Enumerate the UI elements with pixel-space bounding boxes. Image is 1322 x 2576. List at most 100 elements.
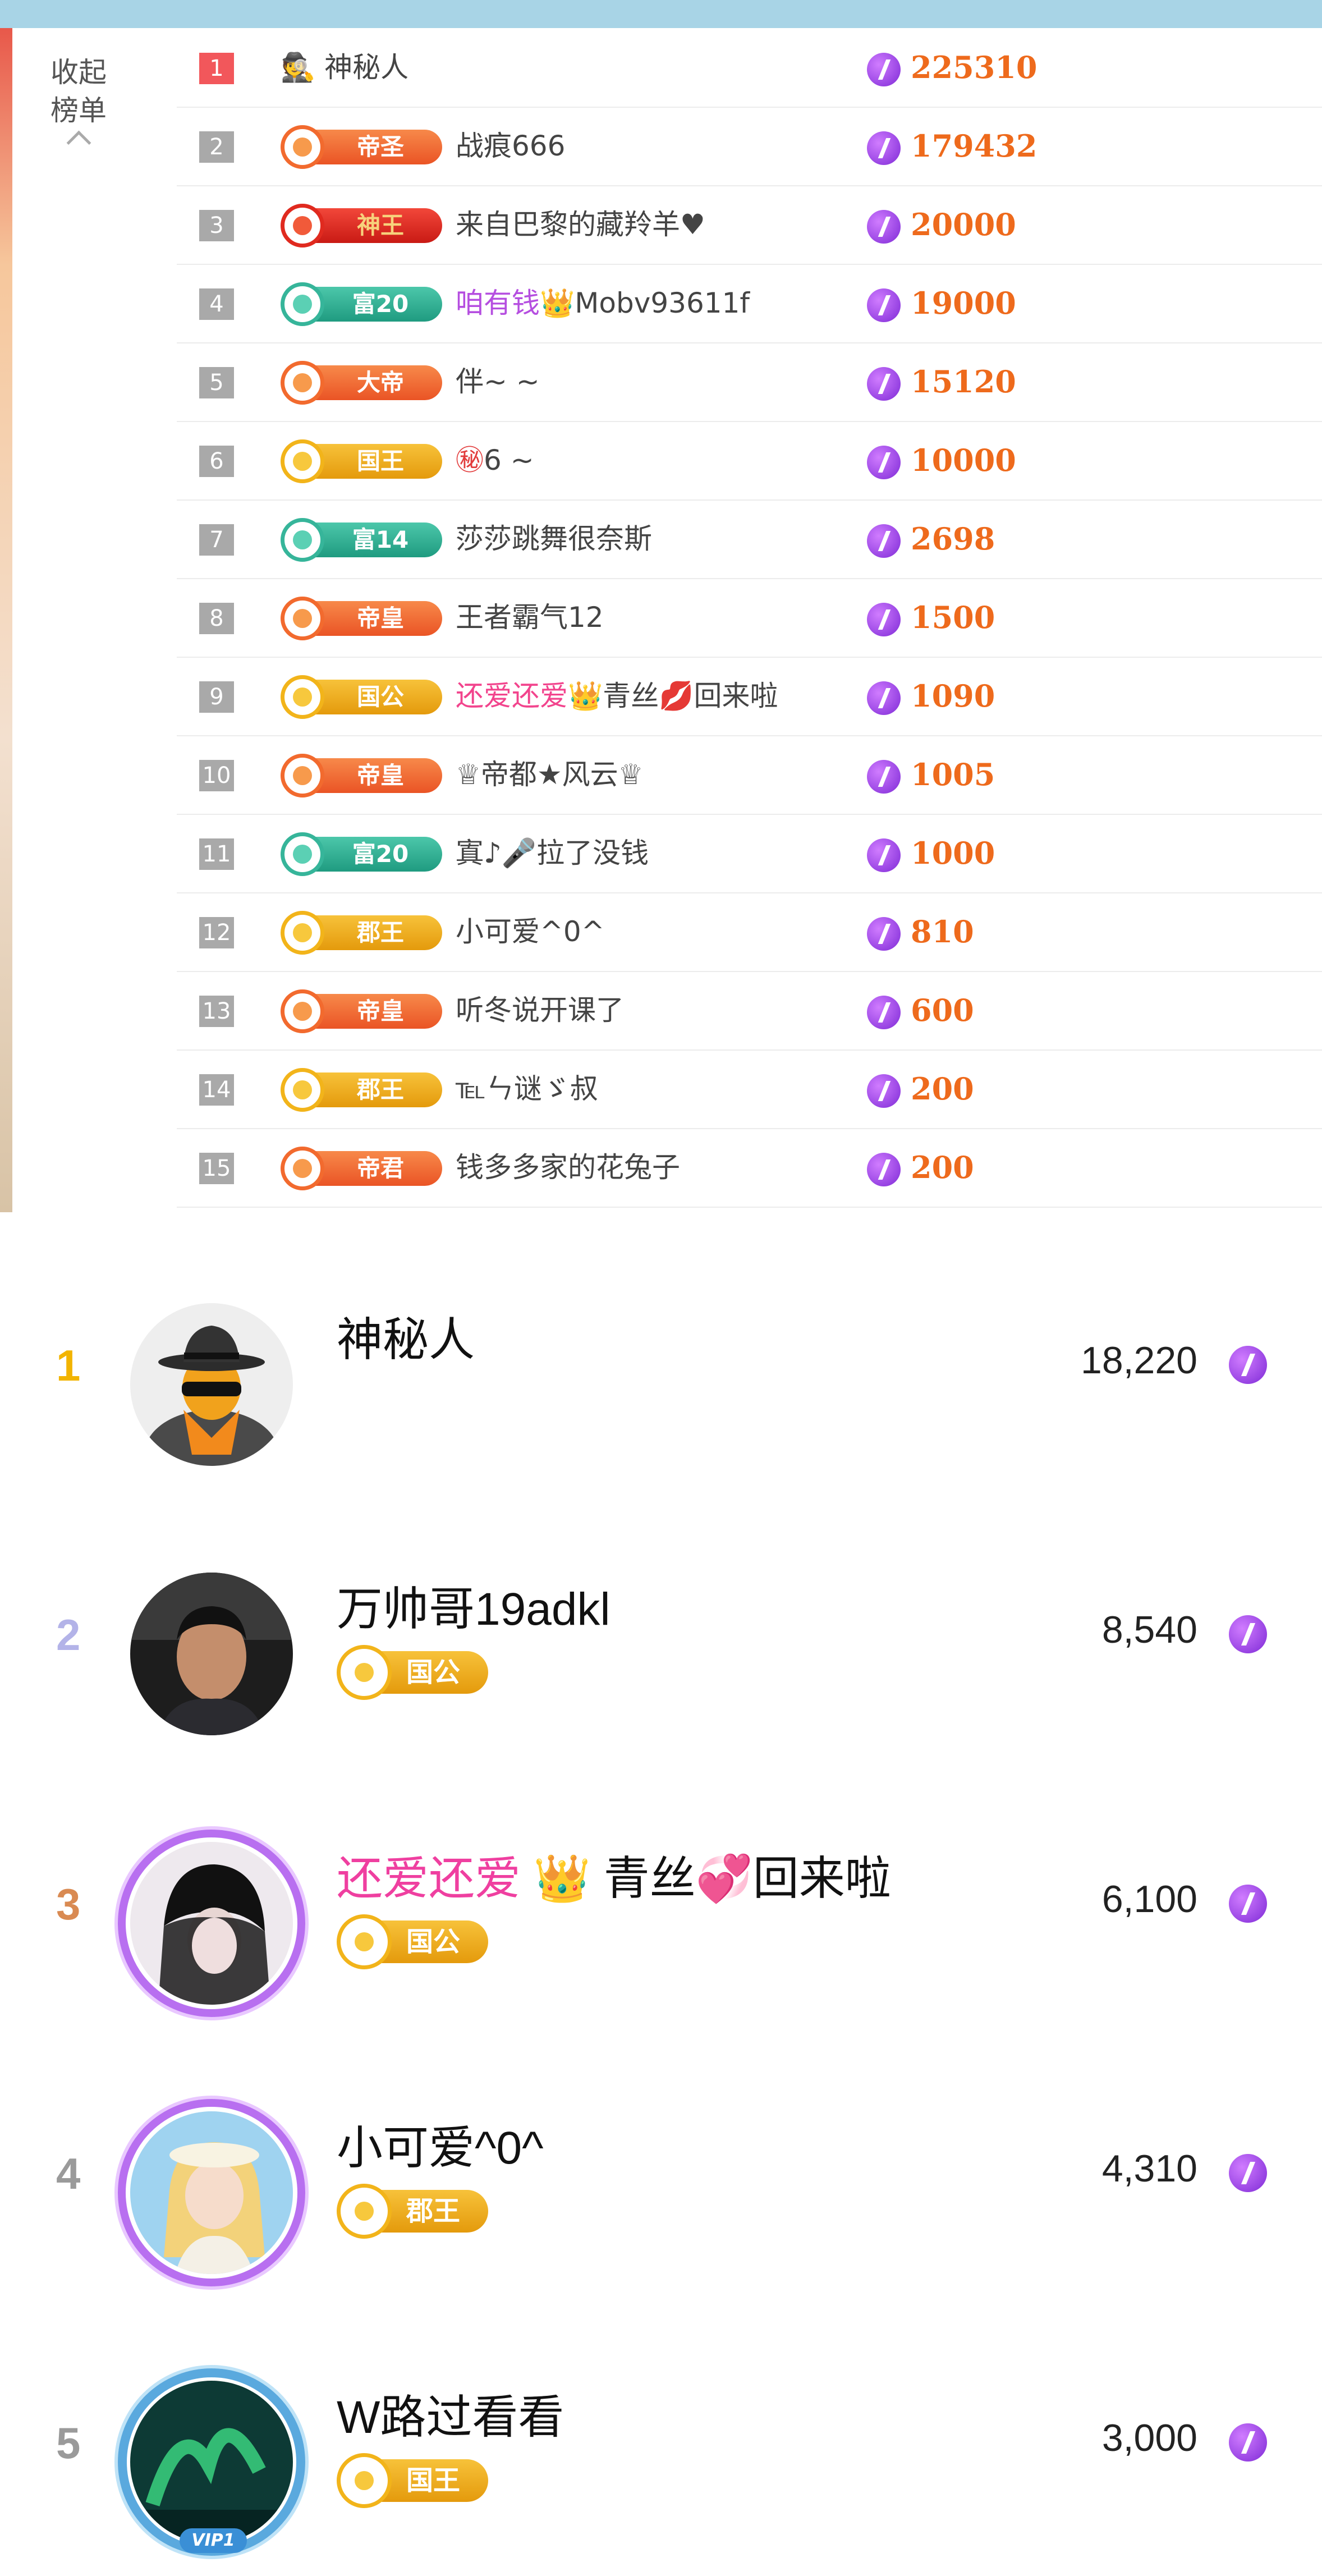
user-nickname[interactable]: 还爱还爱👑青丝💋回来啦	[456, 657, 778, 735]
leaderboard-row[interactable]: 1 🕵 神秘人 225310	[177, 28, 1322, 108]
man-photo-avatar[interactable]	[130, 1573, 293, 1735]
leaderboard-row[interactable]: 9 国公 还爱还爱👑青丝💋回来啦 1090	[177, 657, 1322, 736]
rank-number: 12	[199, 917, 234, 948]
badge-emblem-icon	[281, 282, 324, 326]
level-badge: 国王	[337, 2453, 488, 2508]
fan-ranking-row[interactable]: 3 还爱还爱 👑 青丝💞回来啦 国公 6,100	[0, 1768, 1322, 2037]
contribution-score: 15120	[911, 364, 1016, 400]
collapse-button[interactable]: 收起 榜单	[22, 53, 135, 155]
leaderboard-row[interactable]: 12 郡王 小可爱^0^ 810	[177, 892, 1322, 972]
leaderboard-panel: 收起 榜单 1 🕵 神秘人 225310 2 帝圣 战痕666 179432 3 神王 来自巴黎的…	[22, 28, 1322, 1212]
fan-nickname[interactable]: 小可爱^0^	[337, 2110, 544, 2177]
fan-nickname[interactable]: 万帅哥19adkl	[337, 1571, 610, 1638]
fan-score: 4,310	[1101, 2147, 1197, 2190]
leaderboard-row[interactable]: 10 帝皇 ♕帝都★风云♕ 1005	[177, 735, 1322, 815]
fan-score: 8,540	[1101, 1608, 1197, 1651]
leaderboard-row[interactable]: 6 国王 ㊙6 ~ 10000	[177, 421, 1322, 501]
user-nickname[interactable]: 伴~ ~	[456, 342, 540, 421]
lightning-gift-icon	[867, 1074, 901, 1108]
rank-number: 7	[199, 524, 234, 556]
user-nickname[interactable]: 钱多多家的花兔子	[456, 1128, 680, 1207]
nickname-part: 战痕666	[456, 130, 566, 162]
nickname-part: 回来啦	[694, 680, 778, 712]
fan-ranking-row[interactable]: 2 万帅哥19adkl 国公 8,540	[0, 1498, 1322, 1768]
lightning-gift-icon	[1229, 1346, 1267, 1384]
nickname-part: 💋	[659, 680, 694, 712]
leaderboard-row[interactable]: 3 神王 来自巴黎的藏羚羊♥ 20000	[177, 185, 1322, 265]
nickname-part: 青丝	[603, 680, 659, 712]
rank-number: 5	[199, 367, 234, 398]
fan-ranking-row[interactable]: 1 神秘人 18,220	[0, 1229, 1322, 1498]
contribution-score: 200	[911, 1149, 974, 1185]
badge-emblem-icon	[281, 832, 324, 876]
badge-emblem-icon	[337, 1645, 392, 1700]
rank-number: 14	[199, 1074, 234, 1106]
fan-ranking-row[interactable]: 5 VIP1 W路过看看 国王 3,000	[0, 2307, 1322, 2576]
user-nickname[interactable]: 莎莎跳舞很奈斯	[456, 499, 652, 578]
fan-score: 6,100	[1101, 1878, 1197, 1920]
nickname-part: 寘♪🎤拉了没钱	[456, 837, 649, 869]
contribution-score: 1000	[911, 835, 995, 871]
nickname-part: 神秘人	[337, 1314, 475, 1365]
contribution-score: 200	[911, 1071, 974, 1107]
user-nickname[interactable]: 王者霸气12	[456, 578, 604, 657]
chevron-up-icon	[66, 130, 91, 155]
lightning-gift-icon	[1229, 1615, 1267, 1653]
badge-emblem-icon	[337, 2453, 392, 2508]
leaderboard-row[interactable]: 11 富20 寘♪🎤拉了没钱 1000	[177, 814, 1322, 893]
contribution-score: 2698	[911, 521, 995, 557]
nickname-part: 👑	[533, 1853, 591, 1904]
user-nickname[interactable]: 寘♪🎤拉了没钱	[456, 814, 649, 892]
rank-number: 15	[199, 1153, 234, 1184]
nickname-part: 钱多多家的花兔子	[456, 1151, 680, 1184]
level-badge: 神王	[281, 204, 442, 247]
nickname-part: 来自巴黎的藏羚羊♥	[456, 208, 705, 241]
level-badge: 国公	[337, 1645, 488, 1700]
leaderboard-row[interactable]: 4 富20 咱有钱👑Mobv93611f 19000	[177, 264, 1322, 343]
nickname-part: 伴~ ~	[456, 365, 540, 398]
fan-ranking-row[interactable]: 4 小可爱^0^ 郡王 4,310	[0, 2037, 1322, 2307]
fan-nickname[interactable]: 还爱还爱 👑 青丝💞回来啦	[337, 1841, 891, 1908]
user-nickname[interactable]: 小可爱^0^	[456, 892, 605, 971]
lightning-gift-icon	[867, 446, 901, 479]
fan-nickname[interactable]: 神秘人	[337, 1302, 475, 1369]
top-bar	[0, 0, 1322, 28]
leaderboard-row[interactable]: 7 富14 莎莎跳舞很奈斯 2698	[177, 499, 1322, 579]
rank-number: 11	[199, 838, 234, 870]
badge-emblem-icon	[337, 1914, 392, 1969]
user-nickname[interactable]: 🕵 神秘人	[281, 28, 408, 107]
user-nickname[interactable]: 战痕666	[456, 107, 565, 185]
background-edge	[0, 28, 12, 1212]
lightning-gift-icon	[1229, 1885, 1267, 1923]
fan-nickname[interactable]: W路过看看	[337, 2380, 564, 2446]
girl-hat-avatar[interactable]	[130, 1842, 293, 2005]
contribution-score: 19000	[911, 285, 1016, 321]
user-nickname[interactable]: 来自巴黎的藏羚羊♥	[456, 185, 705, 264]
aurora-vip-avatar[interactable]	[130, 2381, 293, 2543]
leaderboard-row[interactable]: 8 帝皇 王者霸气12 1500	[177, 578, 1322, 658]
badge-emblem-icon	[281, 1068, 324, 1112]
spy-avatar[interactable]	[130, 1303, 293, 1466]
leaderboard-row[interactable]: 15 帝君 钱多多家的花兔子 200	[177, 1128, 1322, 1208]
vip-label: VIP1	[180, 2528, 247, 2553]
leaderboard-row[interactable]: 2 帝圣 战痕666 179432	[177, 107, 1322, 186]
user-nickname[interactable]: ㊙6 ~	[456, 421, 534, 499]
leaderboard-row[interactable]: 13 帝皇 听冬说开课了 600	[177, 971, 1322, 1051]
rank-number: 13	[199, 996, 234, 1027]
user-nickname[interactable]: 听冬说开课了	[456, 971, 624, 1049]
nickname-part: 莎莎跳舞很奈斯	[456, 522, 652, 555]
user-nickname[interactable]: ℡ㄣ谜ゞ叔	[456, 1049, 598, 1128]
user-nickname[interactable]: ♕帝都★风云♕	[456, 735, 643, 814]
level-badge: 帝皇	[281, 989, 442, 1033]
lightning-gift-icon	[867, 996, 901, 1029]
leaderboard-row[interactable]: 14 郡王 ℡ㄣ谜ゞ叔 200	[177, 1049, 1322, 1129]
blonde-girl-avatar[interactable]	[130, 2111, 293, 2274]
rank-number: 9	[199, 681, 234, 713]
user-nickname[interactable]: 咱有钱👑Mobv93611f	[456, 264, 750, 342]
badge-emblem-icon	[337, 2184, 392, 2239]
leaderboard-row[interactable]: 5 大帝 伴~ ~ 15120	[177, 342, 1322, 422]
level-badge: 郡王	[281, 911, 442, 955]
badge-emblem-icon	[281, 911, 324, 955]
lightning-gift-icon	[1229, 2154, 1267, 2192]
contribution-score: 179432	[911, 128, 1038, 164]
